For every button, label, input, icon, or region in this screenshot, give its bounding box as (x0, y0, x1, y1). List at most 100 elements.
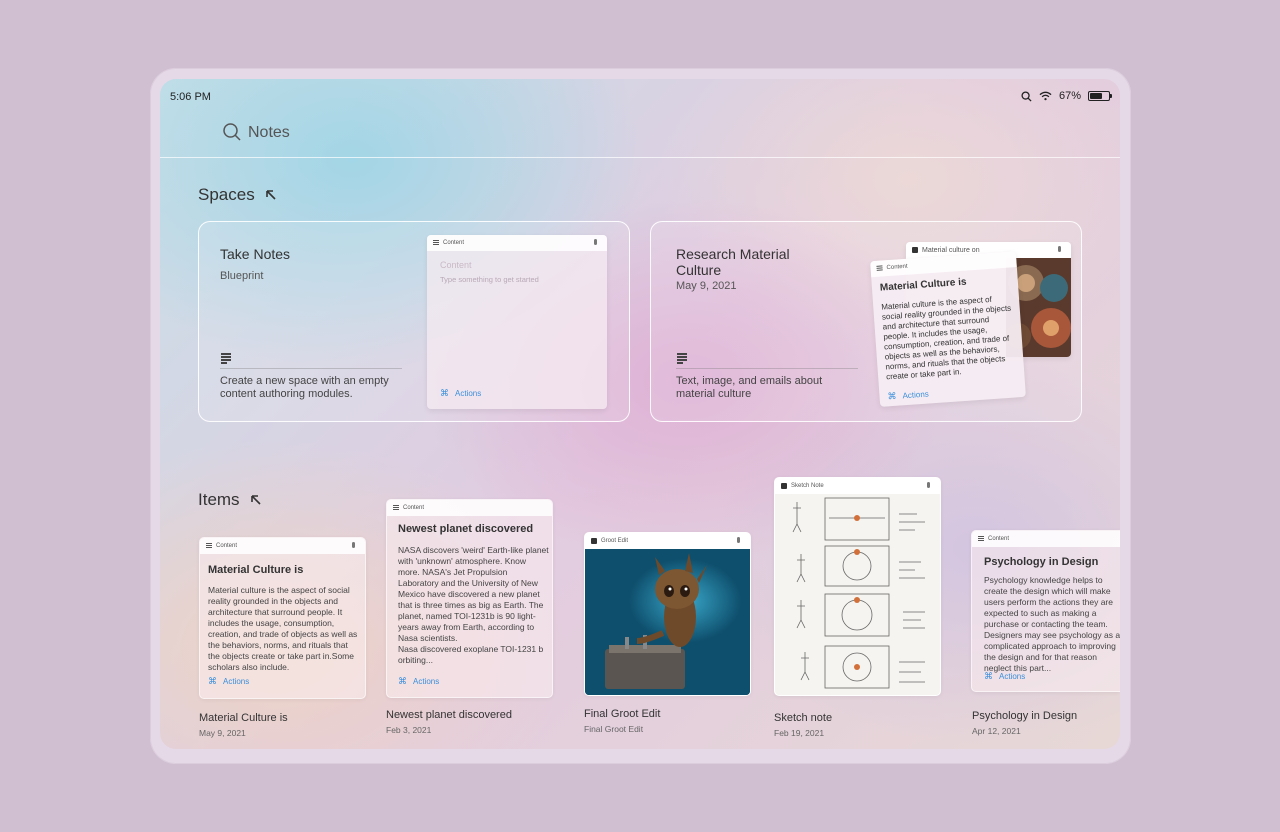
spaces-heading[interactable]: Spaces (198, 185, 277, 205)
item-card-header: Sketch Note (775, 478, 940, 494)
item-card-header-label: Content (216, 543, 238, 549)
actions-button[interactable]: ⌘ Actions (398, 676, 439, 687)
microphone-icon[interactable] (737, 537, 740, 543)
item-card-material-culture[interactable]: Content Material Culture is Material cul… (199, 537, 366, 699)
item-card-body: NASA discovers 'weird' Earth-like planet… (398, 545, 549, 643)
search-bar[interactable]: Notes (160, 115, 1120, 158)
search-icon (1021, 90, 1032, 102)
item-label[interactable]: Final Groot Edit (584, 708, 660, 720)
arrow-up-left-icon[interactable] (265, 189, 277, 201)
content-preview-card[interactable]: Content Material Culture is Material cul… (870, 251, 1026, 407)
item-card-newest-planet[interactable]: Content Newest planet discovered NASA di… (386, 499, 553, 698)
text-lines-icon (978, 536, 984, 542)
actions-button[interactable]: ⌘ Actions (887, 389, 929, 403)
actions-button[interactable]: ⌘ Actions (208, 676, 249, 687)
command-icon: ⌘ (887, 390, 897, 402)
text-lines-icon (206, 543, 212, 549)
content-preview-card[interactable]: Content Content Type something to get st… (427, 235, 607, 409)
preview-header-label: Material culture on (922, 246, 980, 254)
item-card-title: Psychology in Design (984, 556, 1099, 568)
item-date: Apr 12, 2021 (972, 726, 1021, 736)
sketch-drawing (792, 497, 925, 689)
search-icon (223, 123, 241, 141)
items-title: Items (198, 490, 240, 509)
actions-button[interactable]: ⌘ Actions (440, 388, 481, 399)
space-card-subtitle: Blueprint (220, 270, 264, 282)
battery-fill (1090, 93, 1103, 99)
command-icon: ⌘ (984, 671, 993, 681)
preview-title: Material Culture is (879, 276, 967, 294)
groot-image (585, 549, 750, 695)
item-card-header: Content (387, 500, 552, 516)
item-card-header-label: Content (403, 505, 425, 511)
actions-label: Actions (902, 389, 930, 401)
space-card-description: Text, image, and emails about material c… (676, 375, 823, 400)
image-icon (591, 538, 597, 544)
actions-label: Actions (455, 389, 482, 398)
sketch-image (775, 494, 940, 695)
item-card-body-more: Nasa discovered exoplane TOI-1231 b orbi… (398, 644, 544, 665)
item-card-header: Groot Edit (585, 533, 750, 549)
spaces-title: Spaces (198, 185, 255, 204)
item-card-body: Material culture is the aspect of social… (208, 585, 358, 672)
item-card-header-label: Groot Edit (601, 538, 629, 544)
item-label[interactable]: Material Culture is (199, 712, 288, 724)
item-card-groot[interactable]: Groot Edit (584, 532, 751, 696)
actions-button[interactable]: ⌘ Actions (984, 671, 1025, 682)
tablet-screen: 5:06 PM 67% Notes Spaces Take Notes Blue… (160, 79, 1120, 749)
text-lines-icon (221, 353, 231, 364)
battery-percent: 67% (1058, 90, 1081, 102)
command-icon: ⌘ (208, 676, 217, 686)
microphone-icon[interactable] (594, 239, 597, 245)
items-heading[interactable]: Items (198, 490, 262, 510)
space-card-date: May 9, 2021 (676, 280, 737, 292)
preview-body-placeholder[interactable]: Type something to get started (440, 275, 539, 284)
status-time: 5:06 PM (170, 91, 211, 103)
text-lines-icon (433, 240, 439, 246)
item-label[interactable]: Psychology in Design (972, 710, 1077, 722)
microphone-icon[interactable] (352, 542, 355, 548)
text-lines-icon (677, 353, 687, 364)
preview-header-label: Content (443, 240, 465, 246)
item-subtitle: Final Groot Edit (584, 724, 644, 734)
item-card-psychology[interactable]: Content Psychology in Design Psychology … (971, 530, 1120, 692)
space-card-title: Research Material Culture (676, 246, 790, 278)
actions-label: Actions (223, 677, 250, 686)
item-card-title: Material Culture is (208, 564, 304, 576)
arrow-up-left-icon[interactable] (250, 494, 262, 506)
item-card-title: Newest planet discovered (398, 523, 534, 535)
item-date: Feb 3, 2021 (386, 725, 432, 735)
item-card-header: Content (972, 531, 1120, 547)
status-icons: 67% (1021, 90, 1112, 102)
text-lines-icon (876, 265, 883, 271)
battery-icon (1088, 91, 1112, 101)
item-card-sketch-note[interactable]: Sketch Note (774, 477, 941, 696)
preview-body: Material culture is the aspect of social… (880, 294, 1012, 382)
item-card-header: Content (200, 538, 365, 554)
space-card-take-notes[interactable]: Take Notes Blueprint Create a new space … (198, 221, 630, 422)
wifi-icon (1039, 91, 1052, 101)
preview-header: Content (427, 235, 607, 251)
item-card-body: Psychology knowledge helps to create the… (984, 575, 1120, 673)
item-card-header-label: Content (988, 536, 1010, 542)
divider (676, 368, 858, 369)
item-card-header-label: Sketch Note (791, 483, 824, 489)
command-icon: ⌘ (440, 388, 449, 398)
space-card-description: Create a new space with an empty content… (220, 375, 389, 400)
microphone-icon[interactable] (927, 482, 930, 488)
image-icon (781, 483, 787, 489)
command-icon: ⌘ (398, 676, 407, 686)
status-bar: 5:06 PM 67% (160, 79, 1120, 115)
image-icon (912, 247, 918, 253)
space-card-research[interactable]: Research Material Culture May 9, 2021 Te… (650, 221, 1082, 422)
search-input[interactable]: Notes (248, 124, 290, 142)
actions-label: Actions (413, 677, 440, 686)
item-label[interactable]: Newest planet discovered (386, 709, 512, 721)
groot-illustration (605, 553, 707, 689)
preview-title-placeholder[interactable]: Content (440, 260, 472, 270)
item-label[interactable]: Sketch note (774, 712, 832, 724)
microphone-icon[interactable] (1058, 246, 1061, 252)
item-date: May 9, 2021 (199, 728, 246, 738)
space-card-title: Take Notes (220, 246, 291, 262)
text-lines-icon (393, 505, 399, 511)
